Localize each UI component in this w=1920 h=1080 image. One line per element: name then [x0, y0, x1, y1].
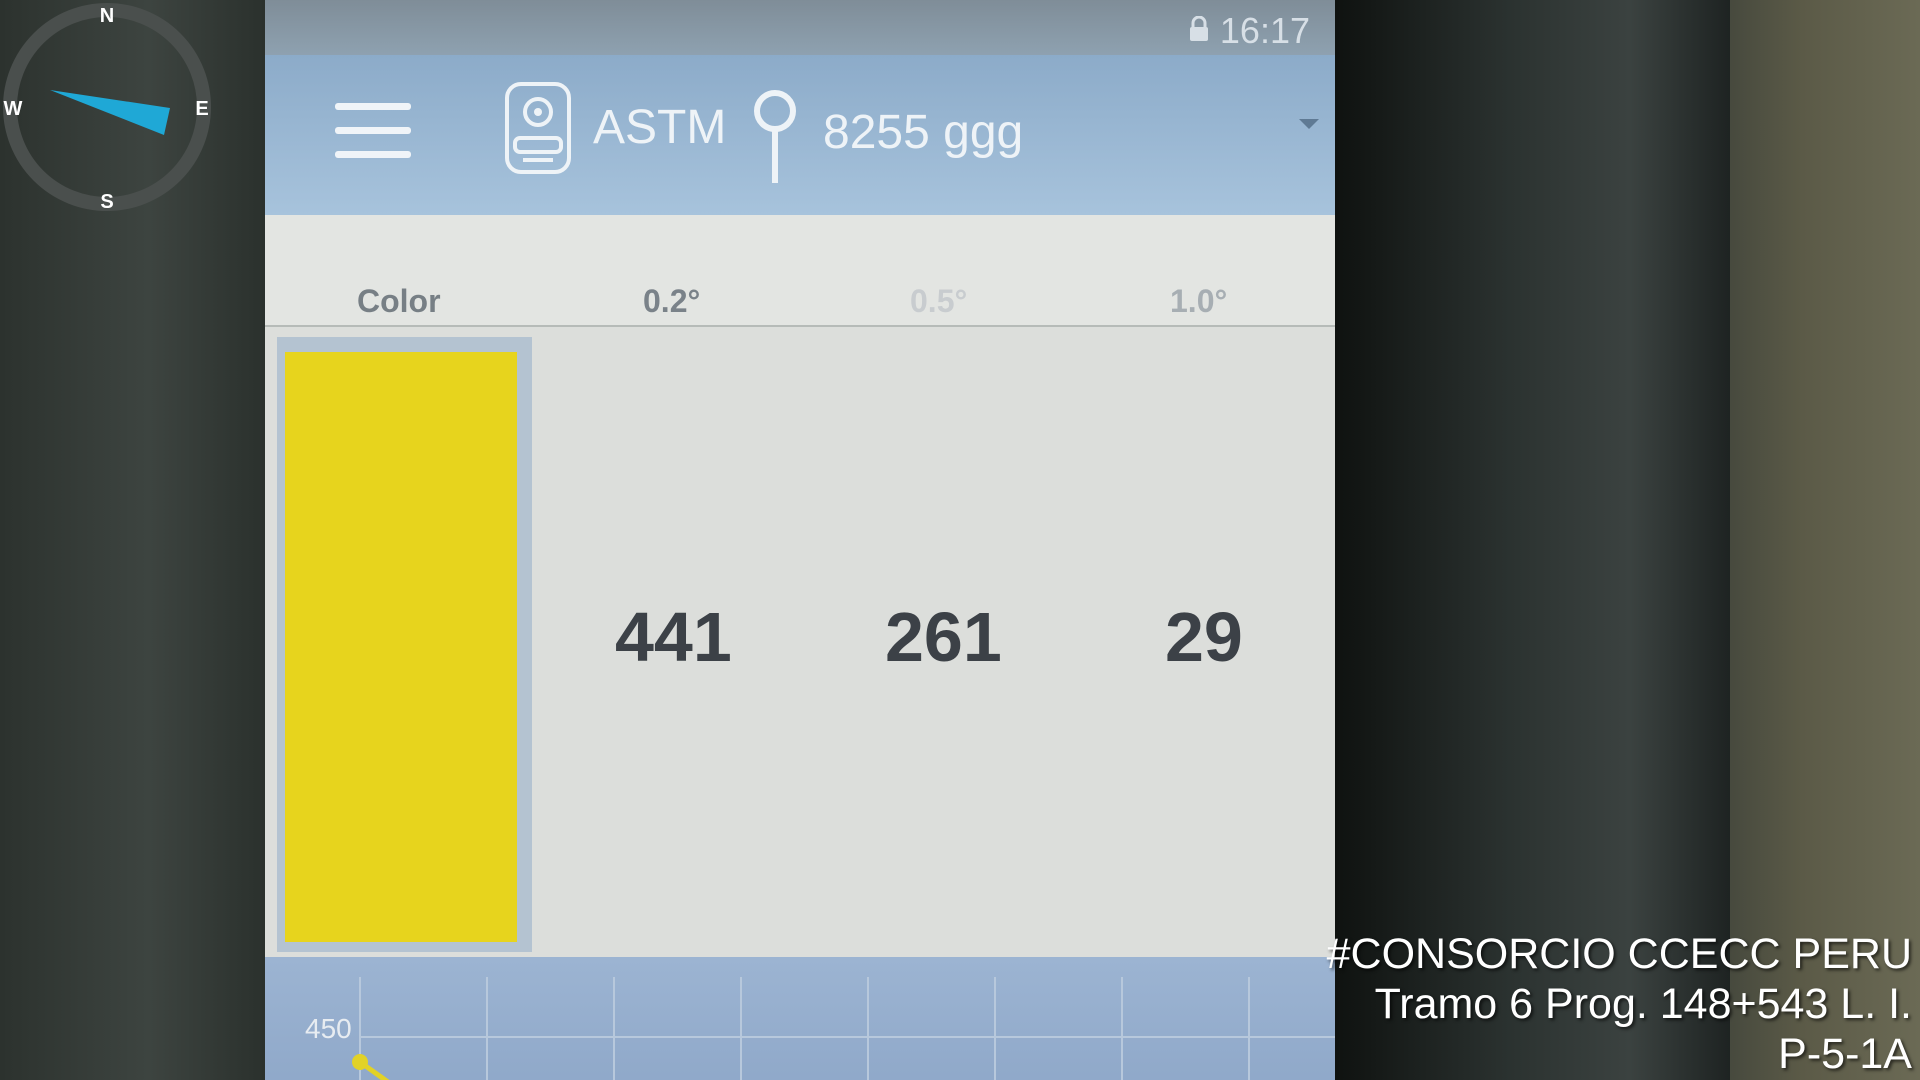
measurement-table-header: Color 0.2° 0.5° 1.0°	[265, 215, 1335, 327]
device-screen: 16:17 ASTM 8255 ggg Color 0.2° 0.5° 1.0°	[265, 0, 1335, 1080]
compass-widget: N E S W	[3, 3, 211, 213]
watermark-line-3: P-5-1A	[1778, 1030, 1912, 1078]
retroreflectometer-device-icon	[505, 82, 571, 174]
status-time: 16:17	[1219, 10, 1310, 51]
compass-west-label: W	[4, 98, 23, 120]
watermark-line-1: #CONSORCIO CCECC PERU	[1326, 930, 1912, 978]
compass-north-label: N	[100, 5, 114, 27]
measurement-row: 441 261 29	[265, 327, 1335, 957]
column-header-color: Color	[357, 283, 441, 319]
history-chart: 450	[265, 957, 1335, 1080]
device-bezel-right	[1330, 0, 1730, 1080]
column-header-0-5: 0.5°	[910, 283, 968, 319]
location-label[interactable]: 8255 ggg	[823, 105, 1023, 160]
map-pin-icon	[754, 90, 796, 183]
value-0-2: 441	[615, 598, 732, 676]
lock-icon	[1190, 16, 1208, 41]
value-1-0: 29	[1165, 598, 1243, 676]
compass-east-label: E	[195, 98, 208, 120]
compass-south-label: S	[100, 191, 113, 213]
chart-y-tick: 450	[305, 1013, 352, 1044]
chart-data-point	[352, 1054, 368, 1070]
value-0-5: 261	[885, 598, 1002, 676]
chart-grid	[352, 977, 1335, 1080]
standard-label[interactable]: ASTM	[593, 100, 726, 155]
compass-needle	[50, 90, 170, 135]
watermark-line-2: Tramo 6 Prog. 148+543 L. I.	[1374, 980, 1912, 1028]
chevron-down-icon[interactable]	[1297, 117, 1321, 131]
status-bar: 16:17	[265, 0, 1335, 55]
column-header-0-2: 0.2°	[643, 283, 701, 319]
hamburger-menu-icon[interactable]	[335, 103, 411, 159]
app-bar: ASTM 8255 ggg	[265, 55, 1335, 215]
column-header-1-0: 1.0°	[1170, 283, 1228, 319]
color-swatch	[285, 352, 517, 942]
